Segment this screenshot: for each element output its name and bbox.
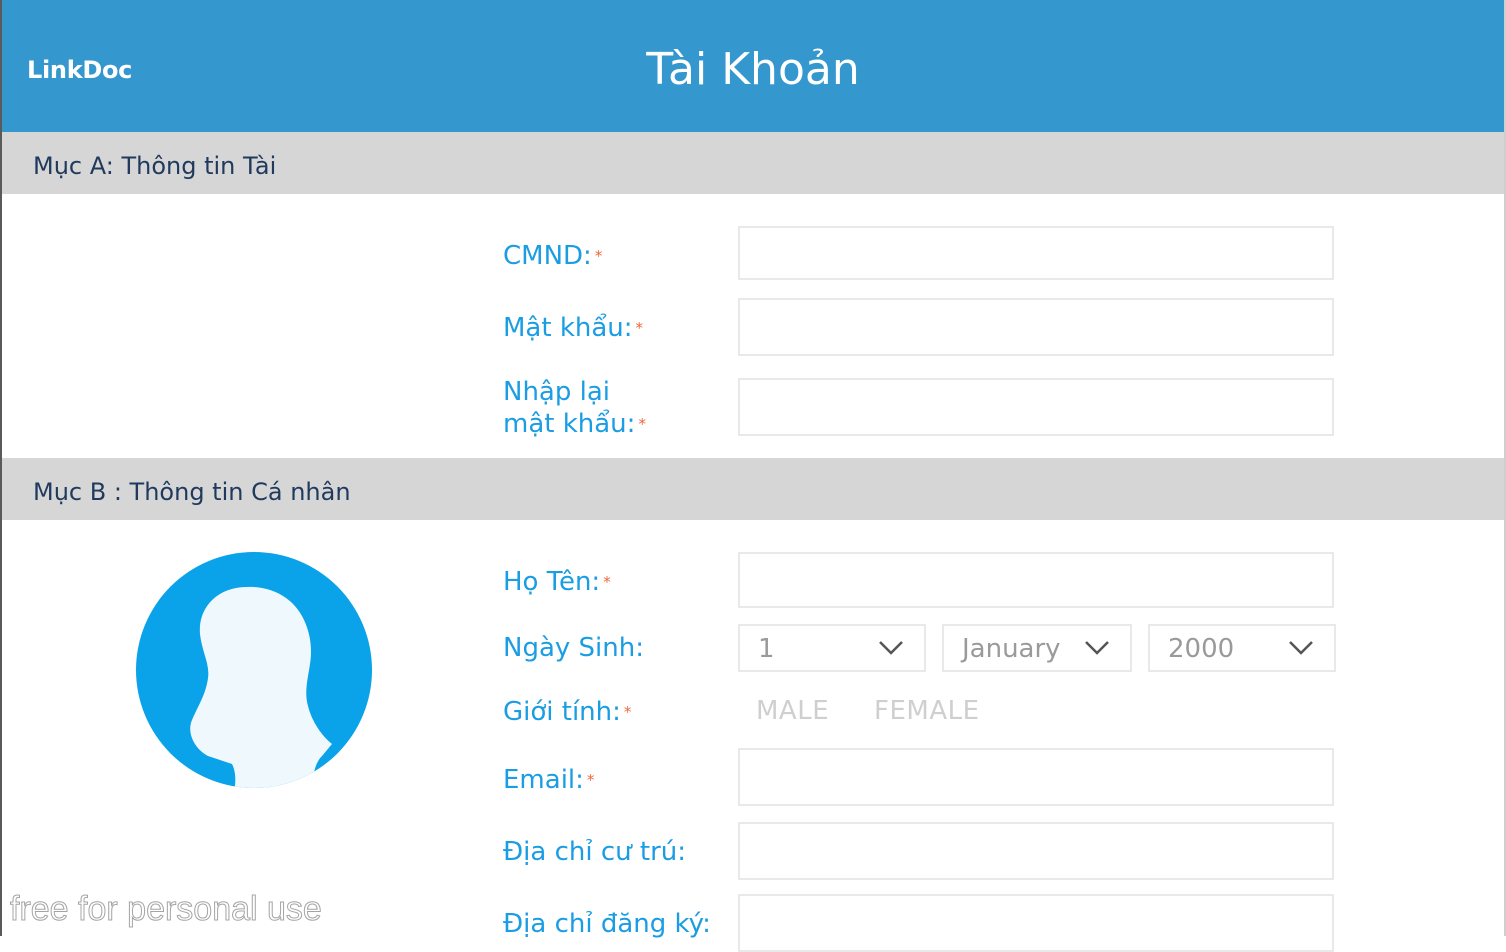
residence-address-label: Địa chỉ cư trú:	[503, 837, 686, 867]
email-label-text: Email:	[503, 765, 584, 795]
registered-address-input[interactable]	[738, 894, 1334, 952]
full-name-label-text: Họ Tên:	[503, 567, 601, 597]
dob-year-value: 2000	[1168, 634, 1235, 664]
residence-address-input[interactable]	[738, 822, 1334, 880]
dob-day-value: 1	[758, 634, 775, 664]
confirm-password-input[interactable]	[738, 378, 1334, 436]
dob-month-value: January	[962, 634, 1061, 664]
confirm-password-label-line1: Nhập lại	[503, 377, 611, 407]
email-input[interactable]	[738, 748, 1334, 806]
required-mark: *	[603, 573, 611, 591]
required-mark: *	[635, 319, 644, 337]
account-screen: LinkDoc Tài Khoản Mục A: Thông tin Tài C…	[2, 0, 1504, 952]
dob-label: Ngày Sinh:	[503, 633, 644, 663]
cmnd-input[interactable]	[738, 226, 1334, 280]
dob-day-select[interactable]: 1	[738, 624, 926, 672]
password-label-text: Mật khẩu:	[503, 313, 633, 343]
gender-label: Giới tính: *	[503, 696, 631, 728]
dob-month-select[interactable]: January	[942, 624, 1132, 672]
registered-address-label: Địa chỉ đăng ký:	[503, 909, 711, 939]
cmnd-label-text: CMND:	[503, 241, 592, 271]
required-mark: *	[638, 415, 646, 433]
cmnd-label: CMND: *	[503, 240, 602, 272]
section-a-header: Mục A: Thông tin Tài	[2, 132, 1504, 194]
app-header: LinkDoc Tài Khoản	[2, 0, 1504, 132]
user-silhouette-icon[interactable]	[136, 552, 372, 788]
section-b-title: Mục B : Thông tin Cá nhân	[33, 478, 351, 506]
watermark: free for personal use	[10, 890, 323, 929]
page-title: Tài Khoản	[646, 44, 860, 95]
confirm-password-label-line2: mật khẩu:	[503, 409, 636, 439]
dob-year-select[interactable]: 2000	[1148, 624, 1336, 672]
gender-male-option[interactable]: MALE	[756, 696, 829, 726]
required-mark: *	[594, 247, 603, 265]
password-label: Mật khẩu: *	[503, 312, 643, 344]
required-mark: *	[586, 771, 595, 789]
full-name-input[interactable]	[738, 552, 1334, 608]
password-input[interactable]	[738, 298, 1334, 356]
chevron-down-icon	[1289, 641, 1313, 655]
gender-female-option[interactable]: FEMALE	[874, 696, 980, 726]
confirm-password-label: Nhập lại mật khẩu: *	[503, 376, 646, 440]
gender-label-text: Giới tính:	[503, 697, 621, 727]
required-mark: *	[623, 703, 632, 721]
section-b-header: Mục B : Thông tin Cá nhân	[2, 458, 1504, 520]
chevron-down-icon	[1085, 641, 1109, 655]
section-a-title: Mục A: Thông tin Tài	[33, 152, 277, 180]
email-label: Email: *	[503, 764, 594, 796]
full-name-label: Họ Tên: *	[503, 566, 611, 598]
chevron-down-icon	[879, 641, 903, 655]
